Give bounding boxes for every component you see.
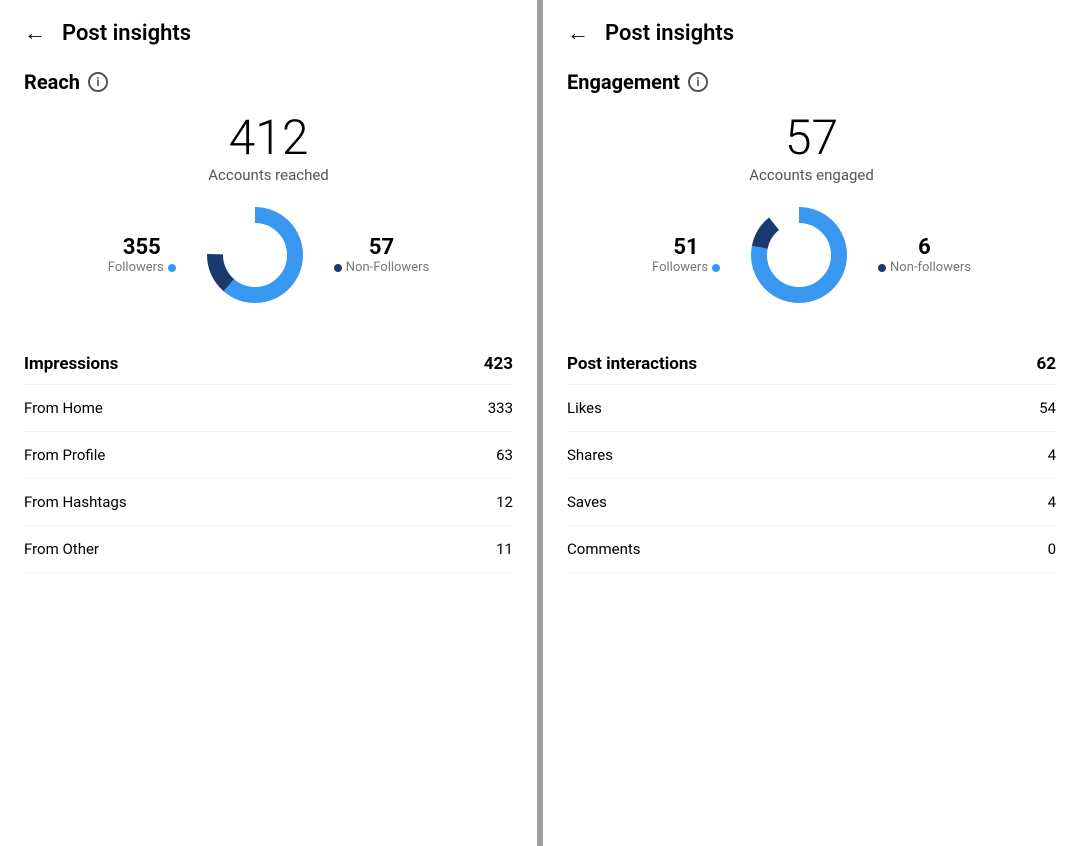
left-panel: ← Post insights Reach i 412 Accounts rea… bbox=[0, 0, 537, 846]
left-header: ← Post insights bbox=[24, 20, 513, 46]
eng-followers-dot bbox=[712, 264, 720, 272]
interactions-value: 62 bbox=[1036, 354, 1056, 374]
non-followers-dot bbox=[334, 264, 342, 272]
interaction-row: Saves 4 bbox=[567, 478, 1056, 525]
impression-row: From Profile 63 bbox=[24, 431, 513, 478]
interactions-header: Post interactions 62 bbox=[567, 340, 1056, 384]
impressions-value: 423 bbox=[484, 354, 513, 374]
impression-row: From Hashtags 12 bbox=[24, 478, 513, 525]
impression-row: From Other 11 bbox=[24, 525, 513, 573]
engagement-big-label: Accounts engaged bbox=[567, 166, 1056, 184]
left-page-title: Post insights bbox=[62, 21, 191, 46]
interaction-row: Comments 0 bbox=[567, 525, 1056, 573]
interaction-row: Likes 54 bbox=[567, 384, 1056, 431]
impression-row-label: From Other bbox=[24, 540, 99, 558]
interactions-rows: Likes 54 Shares 4 Saves 4 Comments 0 bbox=[567, 384, 1056, 573]
right-page-title: Post insights bbox=[605, 21, 734, 46]
right-back-button[interactable]: ← bbox=[567, 20, 589, 46]
interaction-row-label: Saves bbox=[567, 493, 607, 511]
followers-label: Followers bbox=[108, 260, 176, 275]
eng-followers-count: 51 bbox=[652, 235, 720, 260]
reach-donut-chart bbox=[200, 200, 310, 310]
interaction-row-value: 4 bbox=[1048, 446, 1056, 464]
non-followers-count: 57 bbox=[334, 235, 429, 260]
right-header: ← Post insights bbox=[567, 20, 1056, 46]
interaction-row-value: 0 bbox=[1048, 540, 1056, 558]
interaction-row-label: Comments bbox=[567, 540, 641, 558]
eng-followers-legend: 51 Followers bbox=[652, 235, 720, 275]
impression-row-label: From Home bbox=[24, 399, 103, 417]
impression-row-label: From Hashtags bbox=[24, 493, 127, 511]
right-panel: ← Post insights Engagement i 57 Accounts… bbox=[543, 0, 1080, 846]
reach-big-label: Accounts reached bbox=[24, 166, 513, 184]
interaction-row-value: 54 bbox=[1039, 399, 1056, 417]
right-section-title: Engagement i bbox=[567, 70, 1056, 94]
engagement-info-icon[interactable]: i bbox=[688, 72, 708, 92]
left-section-title: Reach i bbox=[24, 70, 513, 94]
interaction-row-label: Shares bbox=[567, 446, 613, 464]
non-followers-legend: 57 Non-Followers bbox=[334, 235, 429, 275]
interactions-label: Post interactions bbox=[567, 354, 697, 374]
engagement-donut-chart bbox=[744, 200, 854, 310]
reach-info-icon[interactable]: i bbox=[88, 72, 108, 92]
engagement-big-number: 57 bbox=[567, 114, 1056, 162]
eng-followers-label: Followers bbox=[652, 260, 720, 275]
interaction-row-value: 4 bbox=[1048, 493, 1056, 511]
followers-count: 355 bbox=[108, 235, 176, 260]
impression-row-value: 333 bbox=[488, 399, 513, 417]
followers-legend: 355 Followers bbox=[108, 235, 176, 275]
impressions-rows: From Home 333 From Profile 63 From Hasht… bbox=[24, 384, 513, 573]
impression-row-value: 12 bbox=[496, 493, 513, 511]
interaction-row-label: Likes bbox=[567, 399, 602, 417]
reach-big-number: 412 bbox=[24, 114, 513, 162]
eng-non-followers-dot bbox=[878, 264, 886, 272]
non-followers-label: Non-Followers bbox=[334, 260, 429, 275]
left-back-button[interactable]: ← bbox=[24, 20, 46, 46]
followers-dot bbox=[168, 264, 176, 272]
eng-non-followers-label: Non-followers bbox=[878, 260, 971, 275]
eng-non-followers-count: 6 bbox=[878, 235, 971, 260]
eng-non-followers-legend: 6 Non-followers bbox=[878, 235, 971, 275]
reach-stats: 412 Accounts reached bbox=[24, 114, 513, 184]
reach-donut-row: 355 Followers 57 Non-Followers bbox=[24, 200, 513, 310]
engagement-donut-row: 51 Followers 6 Non-followers bbox=[567, 200, 1056, 310]
impression-row-value: 63 bbox=[496, 446, 513, 464]
impression-row-value: 11 bbox=[496, 540, 513, 558]
impression-row: From Home 333 bbox=[24, 384, 513, 431]
impressions-label: Impressions bbox=[24, 354, 118, 374]
impressions-header: Impressions 423 bbox=[24, 340, 513, 384]
impression-row-label: From Profile bbox=[24, 446, 105, 464]
interaction-row: Shares 4 bbox=[567, 431, 1056, 478]
engagement-stats: 57 Accounts engaged bbox=[567, 114, 1056, 184]
